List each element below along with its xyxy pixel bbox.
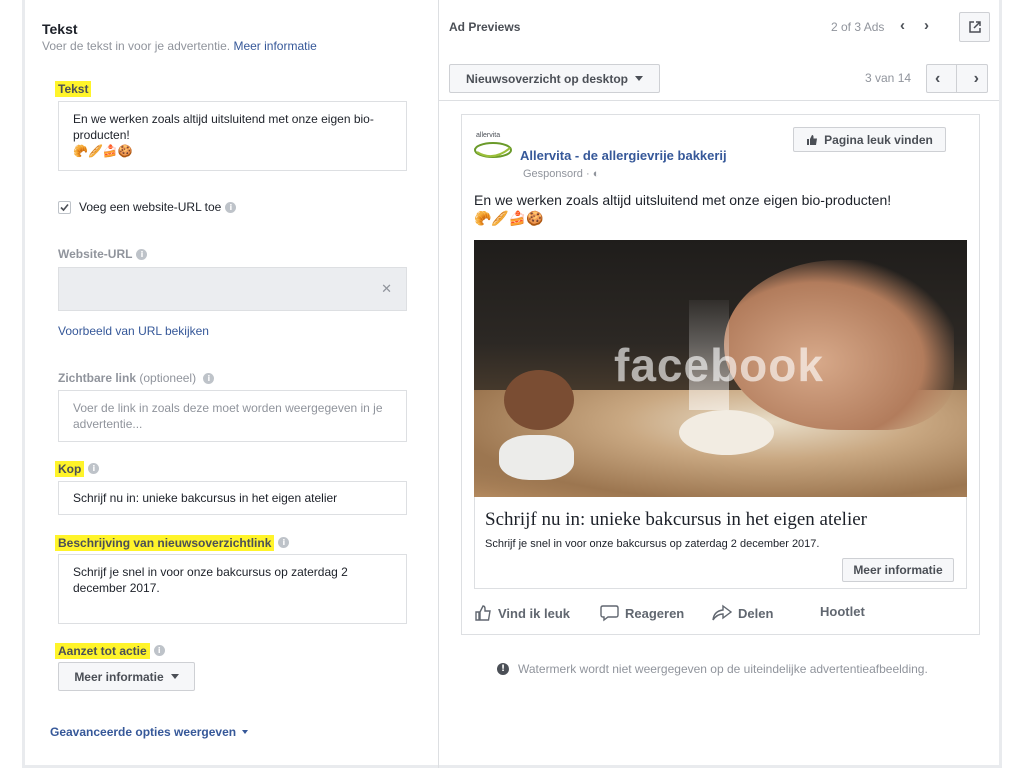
sponsored-row: Gesponsord · ◐ xyxy=(523,168,600,180)
watermark-note-text: Watermerk wordt niet weergegeven op de u… xyxy=(518,662,928,676)
checkbox-label: Voeg een website-URL toe xyxy=(79,200,222,214)
headline-input[interactable]: Schrijf nu in: unieke bakcursus in het e… xyxy=(58,481,407,515)
subtitle-text: Voer de tekst in voor je advertentie. xyxy=(42,39,231,53)
next-ad-icon[interactable]: › xyxy=(924,17,929,34)
display-link-optional: (optioneel) xyxy=(139,371,197,385)
caret-down-icon xyxy=(170,674,179,679)
display-link-input[interactable]: Voer de link in zoals deze moet worden w… xyxy=(58,390,407,442)
url-preview-link[interactable]: Voorbeeld van URL bekijken xyxy=(58,324,209,338)
placement-dropdown[interactable]: Nieuwsoverzicht op desktop xyxy=(449,64,660,93)
thumbs-up-icon xyxy=(807,134,818,145)
ad-headline: Schrijf nu in: unieke bakcursus in het e… xyxy=(485,509,867,530)
share-action[interactable]: Delen xyxy=(712,604,773,622)
caret-down-icon xyxy=(242,730,249,734)
display-link-label-text: Zichtbare link xyxy=(58,371,137,385)
globe-icon: ◐ xyxy=(592,168,600,180)
bowl xyxy=(504,370,574,430)
watermark-text: facebook xyxy=(614,339,824,391)
cloth xyxy=(499,435,574,480)
like-page-button[interactable]: Pagina leuk vinden xyxy=(793,127,946,152)
comment-icon xyxy=(600,605,619,622)
like-action[interactable]: Vind ik leuk xyxy=(474,604,570,622)
ad-cta-button[interactable]: Meer informatie xyxy=(842,558,954,582)
text-field-emojis: 🥐🥖🍰🍪 xyxy=(73,144,133,158)
share-action-label: Delen xyxy=(738,605,774,621)
advanced-options-text: Geavanceerde opties weergeven xyxy=(50,725,237,739)
caret-down-icon xyxy=(635,76,644,81)
info-icon: ! xyxy=(497,663,509,675)
logo-text: allervita xyxy=(476,132,501,139)
share-icon xyxy=(712,604,732,621)
text-field[interactable]: En we werken zoals altijd uitsluitend me… xyxy=(58,101,407,171)
check-icon xyxy=(60,203,69,211)
section-subtitle: Voer de tekst in voor je advertentie. Me… xyxy=(42,39,317,53)
ad-previews-title: Ad Previews xyxy=(449,20,521,34)
dough xyxy=(679,410,774,455)
cta-dropdown-value: Meer informatie xyxy=(74,669,164,684)
prev-page-icon[interactable]: ‹ xyxy=(935,70,940,88)
website-url-checkbox[interactable] xyxy=(58,200,71,214)
external-link-icon xyxy=(968,21,981,33)
info-icon[interactable]: i xyxy=(278,537,290,549)
cta-label: Aanzet tot actie xyxy=(55,643,150,659)
cta-label-row: Aanzet tot actie i xyxy=(55,642,165,660)
hootlet-action[interactable]: Hootlet xyxy=(820,604,865,619)
open-external-button[interactable] xyxy=(959,12,990,42)
comment-action[interactable]: Reageren xyxy=(600,604,684,622)
info-icon[interactable]: i xyxy=(225,201,237,213)
info-icon[interactable]: i xyxy=(88,463,100,475)
text-field-value: En we werken zoals altijd uitsluitend me… xyxy=(73,112,374,142)
post-text: En we werken zoals altijd uitsluitend me… xyxy=(474,192,892,208)
info-icon[interactable]: i xyxy=(153,645,165,657)
like-action-label: Vind ik leuk xyxy=(498,605,571,621)
ad-image[interactable]: facebook xyxy=(474,240,967,497)
headline-label-row: Kop i xyxy=(55,460,100,478)
next-page-icon[interactable]: › xyxy=(974,70,979,88)
like-page-label: Pagina leuk vinden xyxy=(824,132,933,147)
cta-dropdown[interactable]: Meer informatie xyxy=(58,662,195,691)
info-icon[interactable]: i xyxy=(136,249,148,261)
ad-description: Schrijf je snel in voor onze bakcursus o… xyxy=(485,538,820,550)
description-input[interactable]: Schrijf je snel in voor onze bakcursus o… xyxy=(58,554,407,624)
website-url-label: Website-URL i xyxy=(58,247,148,261)
nav-separator xyxy=(956,64,958,93)
advertiser-logo: allervita xyxy=(472,130,514,164)
text-label: Tekst xyxy=(55,81,92,97)
display-link-label: Zichtbare link (optioneel) i xyxy=(58,371,215,385)
website-url-label-text: Website-URL xyxy=(58,247,133,261)
advertiser-name[interactable]: Allervita - de allergievrije bakkerij xyxy=(520,148,727,163)
description-label-row: Beschrijving van nieuwsoverzichtlink i xyxy=(55,534,290,552)
placement-value: Nieuwsoverzicht op desktop xyxy=(465,71,629,86)
thumbs-up-icon xyxy=(475,605,491,621)
more-info-link[interactable]: Meer informatie xyxy=(233,39,316,53)
advanced-options-link[interactable]: Geavanceerde opties weergeven xyxy=(50,725,249,739)
comment-action-label: Reageren xyxy=(625,605,685,621)
headline-label: Kop xyxy=(55,461,85,477)
sponsored-label: Gesponsord xyxy=(523,168,583,180)
clear-icon[interactable]: ✕ xyxy=(381,281,392,297)
page-counter: 3 van 14 xyxy=(865,71,912,85)
ad-counter: 2 of 3 Ads xyxy=(831,20,885,34)
prev-ad-icon[interactable]: ‹ xyxy=(900,17,905,34)
website-url-input[interactable]: ✕ xyxy=(58,267,407,311)
post-emojis: 🥐🥖🍰🍪 xyxy=(474,210,544,226)
page-nav: ‹ › xyxy=(926,64,988,93)
description-label: Beschrijving van nieuwsoverzichtlink xyxy=(55,535,275,551)
info-icon[interactable]: i xyxy=(203,373,215,385)
watermark-note: ! Watermerk wordt niet weergegeven op de… xyxy=(497,662,928,676)
panel-divider xyxy=(438,0,439,768)
section-title: Tekst xyxy=(42,21,78,37)
website-url-toggle[interactable]: Voeg een website-URL toe i xyxy=(58,200,237,214)
